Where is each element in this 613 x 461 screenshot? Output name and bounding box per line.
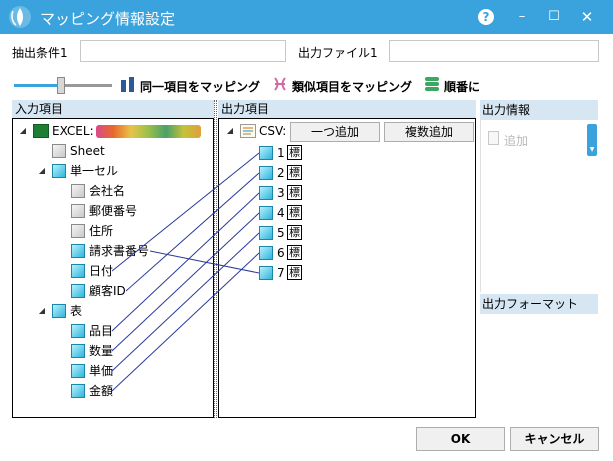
output-format-panel [480,314,598,418]
output-format-header: 出力フォーマット [480,294,598,314]
mapping-link-7 [149,250,260,274]
mapping-link-3 [111,192,260,332]
cancel-button[interactable]: キャンセル [510,427,599,451]
output-info-header: 出力情報 [480,100,598,120]
scroll-down-icon[interactable]: ▼ [588,146,596,153]
mapping-link-6 [111,252,260,392]
mapping-link-4 [111,212,260,352]
output-info-panel [480,120,598,292]
document-icon [488,131,499,145]
ok-button[interactable]: OK [416,427,505,451]
add-info-button[interactable]: 追加 [504,132,528,149]
